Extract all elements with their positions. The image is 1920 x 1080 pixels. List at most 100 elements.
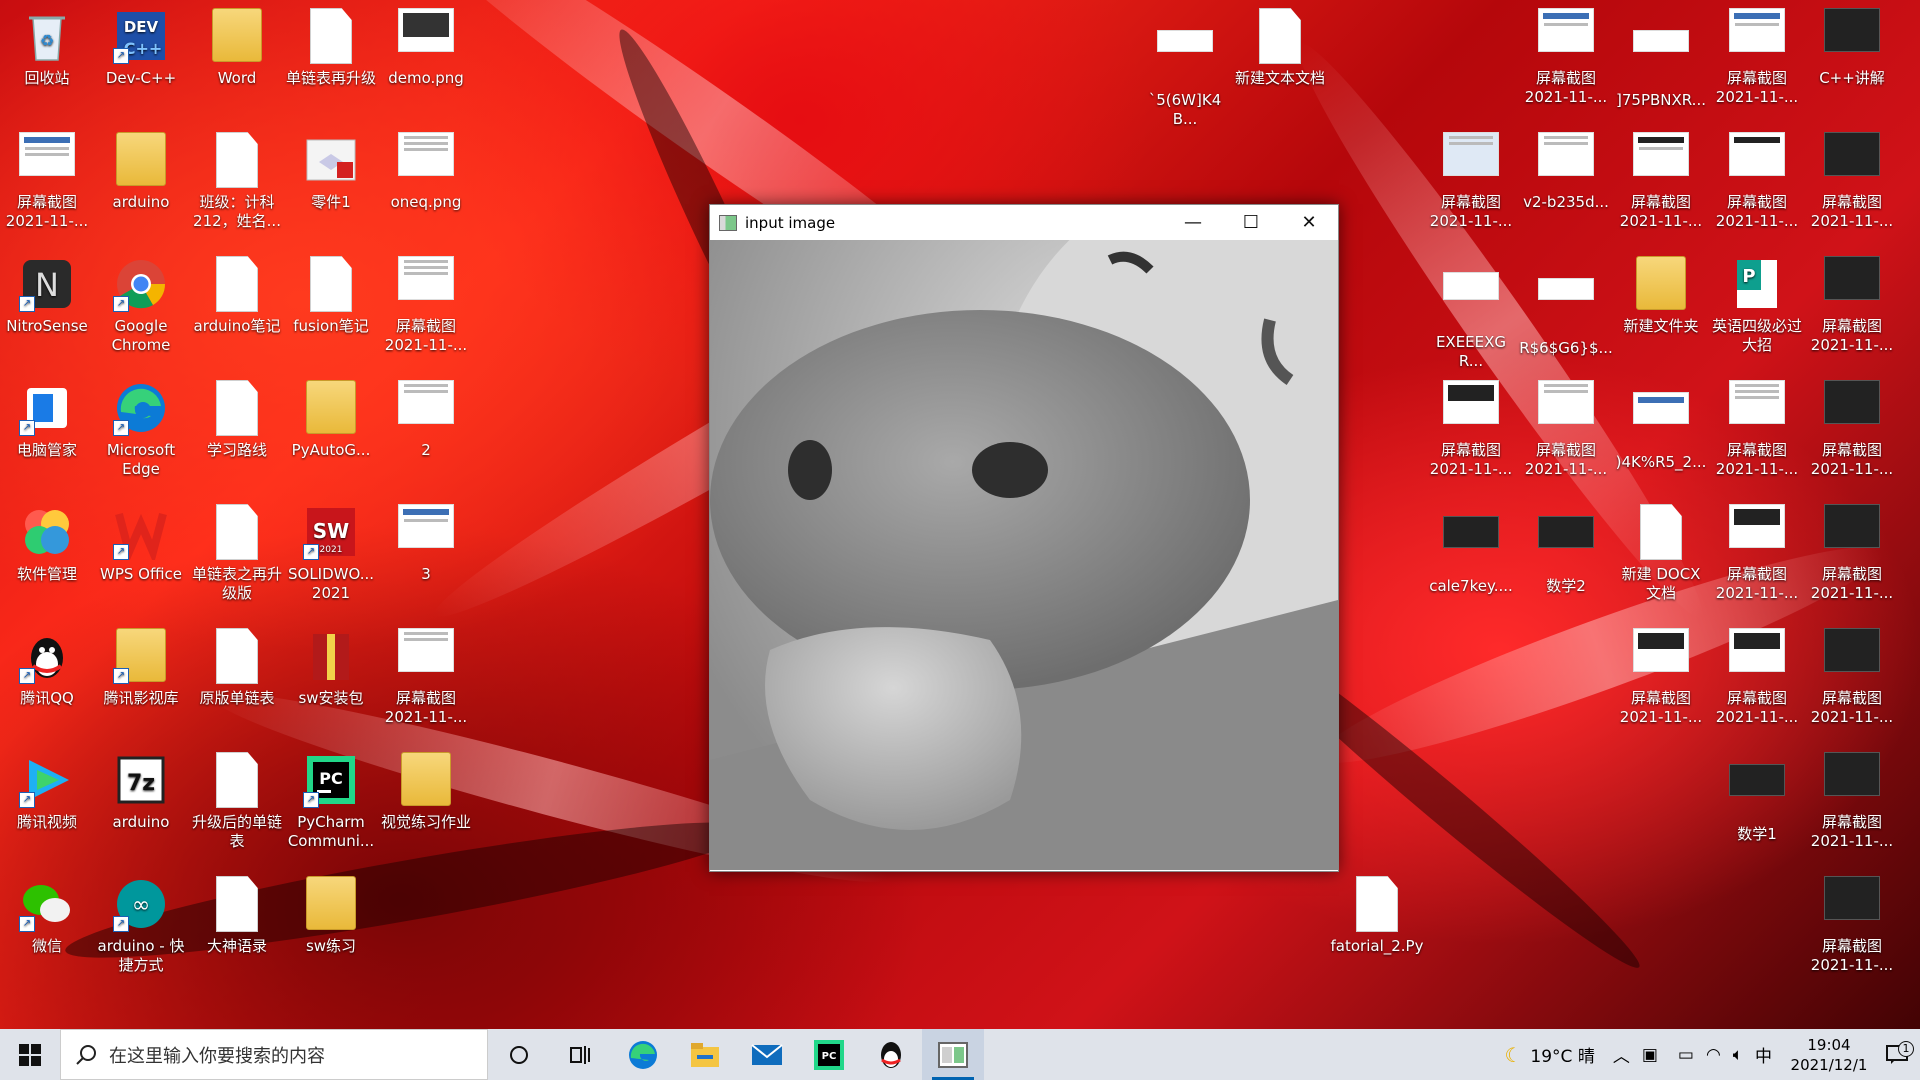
taskbar-file-explorer[interactable] — [674, 1029, 736, 1080]
maximize-button[interactable]: ☐ — [1222, 205, 1280, 240]
desktop-icon-screenshot[interactable]: 屏幕截图 2021-11-... — [1710, 124, 1804, 231]
desktop-icon-7zip-arduino[interactable]: 7z arduino — [94, 744, 188, 832]
desktop-icon-screenshot[interactable]: 屏幕截图 2021-11-... — [1710, 620, 1804, 727]
desktop-icon-2[interactable]: 2 — [379, 372, 473, 460]
desktop-icon-screenshot[interactable]: 屏幕截图 2021-11-... — [1710, 496, 1804, 603]
desktop-icon-arduino-notes[interactable]: arduino笔记 — [190, 248, 284, 336]
taskbar-pycharm[interactable]: PC — [798, 1029, 860, 1080]
desktop-icon-class-doc[interactable]: 班级：计科 212，姓名... — [190, 124, 284, 231]
desktop-icon-cpp-lecture[interactable]: C++讲解 — [1805, 0, 1899, 88]
desktop-icon-screenshot[interactable]: 屏幕截图 2021-11-... — [1805, 248, 1899, 355]
desktop-icon-cet4[interactable]: P 英语四级必过 大招 — [1710, 248, 1804, 355]
desktop-icon-screenshot[interactable]: 屏幕截图 2021-11-... — [1710, 0, 1804, 107]
desktop-icon-recycle-bin[interactable]: ♻ 回收站 — [0, 0, 94, 88]
desktop-icon-r6g6[interactable]: R$6$G6}$... — [1519, 248, 1613, 358]
battery-icon[interactable]: ▭ — [1678, 1045, 1694, 1065]
desktop-icon-sw-practice[interactable]: sw练习 — [284, 868, 378, 956]
desktop-icon-demo-png[interactable]: demo.png — [379, 0, 473, 88]
desktop-icon-software-manager[interactable]: 软件管理 — [0, 496, 94, 584]
close-button[interactable]: ✕ — [1280, 205, 1338, 240]
taskbar-qq[interactable] — [860, 1029, 922, 1080]
desktop-icon-learning-path[interactable]: 学习路线 — [190, 372, 284, 460]
desktop-icon-math2[interactable]: 数学2 — [1519, 496, 1613, 596]
desktop-icon-arduino-folder[interactable]: arduino — [94, 124, 188, 212]
desktop-icon-pc-manager[interactable]: ↗ 电脑管家 — [0, 372, 94, 460]
desktop-icon-new-folder[interactable]: 新建文件夹 — [1614, 248, 1708, 336]
desktop-icon-tencent-video-library[interactable]: ↗ 腾讯影视库 — [94, 620, 188, 708]
desktop-icon-screenshot[interactable]: 屏幕截图 2021-11-... — [1519, 0, 1613, 107]
desktop-icon-chrome[interactable]: ↗ Google Chrome — [94, 248, 188, 355]
desktop-icon-screenshot[interactable]: 屏幕截图 2021-11-... — [1424, 372, 1518, 479]
desktop-icon-v2-b235d[interactable]: v2-b235d... — [1519, 124, 1613, 212]
desktop-icon-original-linked-list[interactable]: 原版单链表 — [190, 620, 284, 708]
desktop-icon-pyautogui[interactable]: PyAutoG... — [284, 372, 378, 460]
desktop-icon-wechat[interactable]: ↗ 微信 — [0, 868, 94, 956]
image-window[interactable]: input image — ☐ ✕ — [709, 204, 1339, 872]
taskbar-search-box[interactable]: 在这里输入你要搜索的内容 — [60, 1029, 488, 1080]
desktop-icon-linked-list-upgrade[interactable]: 单链表再升级 — [284, 0, 378, 88]
task-view-button[interactable] — [550, 1029, 612, 1080]
cortana-button[interactable] — [488, 1029, 550, 1080]
desktop-icon-new-text-doc[interactable]: 新建文本文档 — [1233, 0, 1327, 88]
desktop-icon-screenshot[interactable]: 屏幕截图 2021-11-... — [1805, 124, 1899, 231]
desktop-icon-screenshot[interactable]: 屏幕截图 2021-11-... — [1805, 744, 1899, 851]
taskbar-edge[interactable] — [612, 1029, 674, 1080]
desktop-icon-part1[interactable]: 零件1 — [284, 124, 378, 212]
desktop-icon-linked-list-v2[interactable]: 单链表之再升 级版 — [190, 496, 284, 603]
volume-icon[interactable]: 🔈︎ — [1733, 1045, 1743, 1065]
desktop-icon-3[interactable]: 3 — [379, 496, 473, 584]
desktop-icon-arduino-shortcut[interactable]: ∞ ↗ arduino - 快 捷方式 — [94, 868, 188, 975]
start-button[interactable] — [0, 1029, 60, 1080]
desktop-icon-screenshot[interactable]: 屏幕截图 2021-11-... — [1805, 372, 1899, 479]
desktop-icon-nitrosense[interactable]: N ↗ NitroSense — [0, 248, 94, 336]
notification-center-button[interactable]: 1 — [1874, 1040, 1920, 1065]
desktop-icon-qq[interactable]: ↗ 腾讯QQ — [0, 620, 94, 708]
desktop-icon-exeeexgr[interactable]: EXEEEXGR... — [1424, 248, 1518, 371]
show-hidden-icons-chevron-icon[interactable]: ︿ — [1613, 1042, 1630, 1067]
image-canvas[interactable] — [710, 240, 1338, 870]
desktop-icon-4k-r5[interactable]: )4K%R5_2... — [1614, 372, 1708, 472]
desktop-icon-5-6w[interactable]: `5(6W]K4B... — [1138, 0, 1232, 129]
desktop-icon-label: 学习路线 — [206, 441, 267, 459]
desktop-icon-cale7key[interactable]: cale7key.... — [1424, 496, 1518, 596]
ime-indicator[interactable]: 中 — [1755, 1042, 1772, 1067]
desktop-icon-edge[interactable]: ↗ Microsoft Edge — [94, 372, 188, 479]
window-titlebar[interactable]: input image — ☐ ✕ — [710, 205, 1338, 240]
desktop-icon-wps[interactable]: ↗ WPS Office — [94, 496, 188, 584]
desktop-icon-screenshot[interactable]: 屏幕截图 2021-11-... — [1805, 868, 1899, 975]
desktop-icon-devcpp[interactable]: DEV C++ ↗ Dev-C++ — [94, 0, 188, 88]
desktop-icon-fatorial-py[interactable]: fatorial_2.Py — [1330, 868, 1424, 956]
pc-manager-tray-icon[interactable]: ▣ — [1642, 1045, 1658, 1065]
desktop-icon-fusion-notes[interactable]: fusion笔记 — [284, 248, 378, 336]
taskbar-python-image-window[interactable] — [922, 1029, 984, 1080]
desktop-icon-tencent-video[interactable]: ↗ 腾讯视频 — [0, 744, 94, 832]
desktop-icon-vision-homework[interactable]: 视觉练习作业 — [379, 744, 473, 832]
desktop-icon-screenshot[interactable]: 屏幕截图 2021-11-... — [1614, 620, 1708, 727]
desktop-icon-screenshot[interactable]: 屏幕截图 2021-11-... — [0, 124, 94, 231]
desktop-icon-screenshot[interactable]: 屏幕截图 2021-11-... — [1805, 496, 1899, 603]
desktop-icon-label: 屏幕截图 2021-11-... — [1429, 441, 1513, 478]
desktop-icon-screenshot[interactable]: 屏幕截图 2021-11-... — [379, 248, 473, 355]
desktop-icon-pycharm[interactable]: PC ↗ PyCharm Communi... — [284, 744, 378, 851]
desktop-icon-solidworks[interactable]: SW 2021 ↗ SOLIDWO... 2021 — [284, 496, 378, 603]
desktop-icon-sw-installer[interactable]: sw安装包 — [284, 620, 378, 708]
desktop-icon-screenshot[interactable]: 屏幕截图 2021-11-... — [1614, 124, 1708, 231]
desktop-icon-word-folder[interactable]: Word — [190, 0, 284, 88]
clock[interactable]: 19:04 2021/12/1 — [1784, 1035, 1874, 1075]
desktop-icon-screenshot[interactable]: 屏幕截图 2021-11-... — [379, 620, 473, 727]
desktop-icon-math1[interactable]: 数学1 — [1710, 744, 1804, 844]
desktop-icon-upgraded-linked-list[interactable]: 升级后的单链 表 — [190, 744, 284, 851]
desktop-icon-screenshot[interactable]: 屏幕截图 2021-11-... — [1710, 372, 1804, 479]
desktop-icon-75pbnxr[interactable]: ]75PBNXR... — [1614, 0, 1708, 110]
wifi-icon[interactable]: ◠ — [1706, 1045, 1721, 1065]
taskbar-mail[interactable] — [736, 1029, 798, 1080]
desktop-icon-new-docx[interactable]: 新建 DOCX 文档 — [1614, 496, 1708, 603]
desktop-icon-screenshot[interactable]: 屏幕截图 2021-11-... — [1519, 372, 1613, 479]
desktop-icon-screenshot[interactable]: 屏幕截图 2021-11-... — [1424, 124, 1518, 231]
desktop-icon-screenshot[interactable]: 屏幕截图 2021-11-... — [1805, 620, 1899, 727]
weather-text[interactable]: 19°C 晴 — [1530, 1042, 1594, 1067]
desktop-icon-quotes[interactable]: 大神语录 — [190, 868, 284, 956]
desktop-icon-oneq-png[interactable]: oneq.png — [379, 124, 473, 212]
window-app-icon — [719, 214, 737, 231]
minimize-button[interactable]: — — [1164, 205, 1222, 240]
